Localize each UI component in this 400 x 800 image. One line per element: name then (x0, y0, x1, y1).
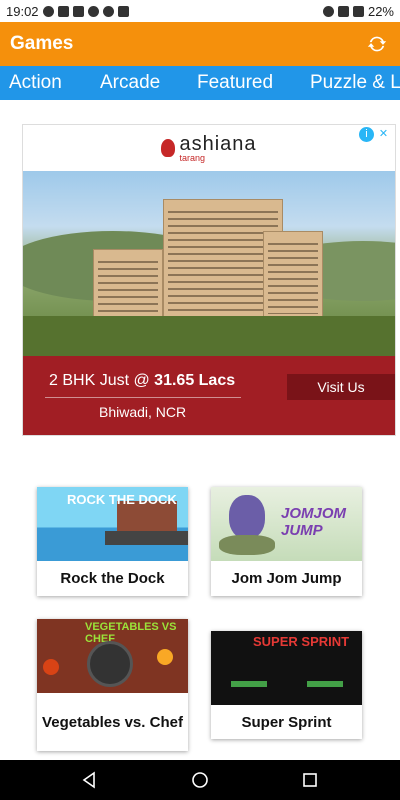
refresh-icon (367, 36, 387, 52)
game-title: Jom Jom Jump (231, 570, 342, 587)
status-right: 22% (322, 3, 394, 19)
game-title: Vegetables vs. Chef (42, 713, 183, 731)
recents-icon[interactable] (300, 770, 320, 790)
adchoices-close-icon[interactable]: ✕ (376, 127, 391, 142)
system-nav-bar (0, 760, 400, 800)
notification-icon (117, 5, 129, 17)
refresh-button[interactable] (364, 31, 390, 57)
game-card-vegetables-vs-chef[interactable]: VEGETABLES VS CHEF Vegetables vs. Chef (37, 619, 188, 751)
home-icon[interactable] (190, 770, 210, 790)
game-thumbnail: VEGETABLES VS CHEF (37, 619, 188, 693)
ad-header: ashiana tarang i ✕ (23, 125, 395, 171)
signal-icon (337, 5, 349, 17)
tab-arcade[interactable]: Arcade (100, 66, 160, 100)
status-time: 19:02 (6, 3, 39, 19)
mail-icon-2 (72, 5, 84, 17)
app-title: Games (10, 33, 74, 54)
thumb-logo: ROCK THE DOCK (67, 492, 177, 507)
ad-price: 2 BHK Just @ 31.65 Lacs (49, 372, 236, 389)
ad-brand-name: ashiana (179, 132, 257, 155)
app-bar: Games (0, 22, 400, 66)
game-card-super-sprint[interactable]: SUPER SPRINT Super Sprint (211, 631, 362, 739)
ad-location: Bhiwadi, NCR (99, 404, 187, 420)
category-tabs: Action Arcade Featured Puzzle & L (0, 66, 400, 100)
ad-brand-logo: ashiana tarang (161, 134, 256, 163)
adchoices-info-icon[interactable]: i (359, 127, 374, 142)
visit-us-button[interactable]: Visit Us (287, 374, 395, 400)
ad-footer: 2 BHK Just @ 31.65 Lacs Bhiwadi, NCR Vis… (23, 356, 395, 435)
chrome-icon-2 (102, 5, 114, 17)
mail-icon (57, 5, 69, 17)
ad-brand-sub: tarang (179, 152, 205, 163)
game-thumbnail: JOMJOM JUMP (211, 487, 362, 561)
status-bar: 19:02 22% (0, 0, 400, 22)
battery-level: 22% (367, 3, 394, 19)
game-title: Rock the Dock (60, 570, 165, 587)
tab-featured[interactable]: Featured (197, 66, 273, 100)
whatsapp-icon (42, 5, 54, 17)
brand-mark-icon (161, 139, 176, 157)
back-icon[interactable] (80, 770, 100, 790)
game-card-rock-the-dock[interactable]: ROCK THE DOCK Rock the Dock (37, 487, 188, 596)
signal-icon-2 (352, 5, 364, 17)
thumb-logo: JOMJOM JUMP (281, 505, 347, 539)
status-left: 19:02 (6, 4, 129, 19)
thumb-logo: VEGETABLES VS CHEF (85, 621, 177, 645)
tab-action[interactable]: Action (9, 66, 62, 100)
chrome-icon (87, 5, 99, 17)
tab-puzzle[interactable]: Puzzle & L (310, 66, 400, 100)
adchoices[interactable]: i ✕ (359, 127, 391, 142)
wifi-icon (322, 5, 334, 17)
game-thumbnail: SUPER SPRINT (211, 631, 362, 705)
ad-banner[interactable]: ashiana tarang i ✕ 2 BHK Just @ 31.65 La… (22, 124, 396, 436)
ad-building-photo (23, 171, 395, 356)
thumb-logo: SUPER SPRINT (253, 634, 350, 649)
game-title: Super Sprint (241, 713, 332, 731)
game-thumbnail: ROCK THE DOCK (37, 487, 188, 561)
game-card-jom-jom-jump[interactable]: JOMJOM JUMP Jom Jom Jump (211, 487, 362, 596)
